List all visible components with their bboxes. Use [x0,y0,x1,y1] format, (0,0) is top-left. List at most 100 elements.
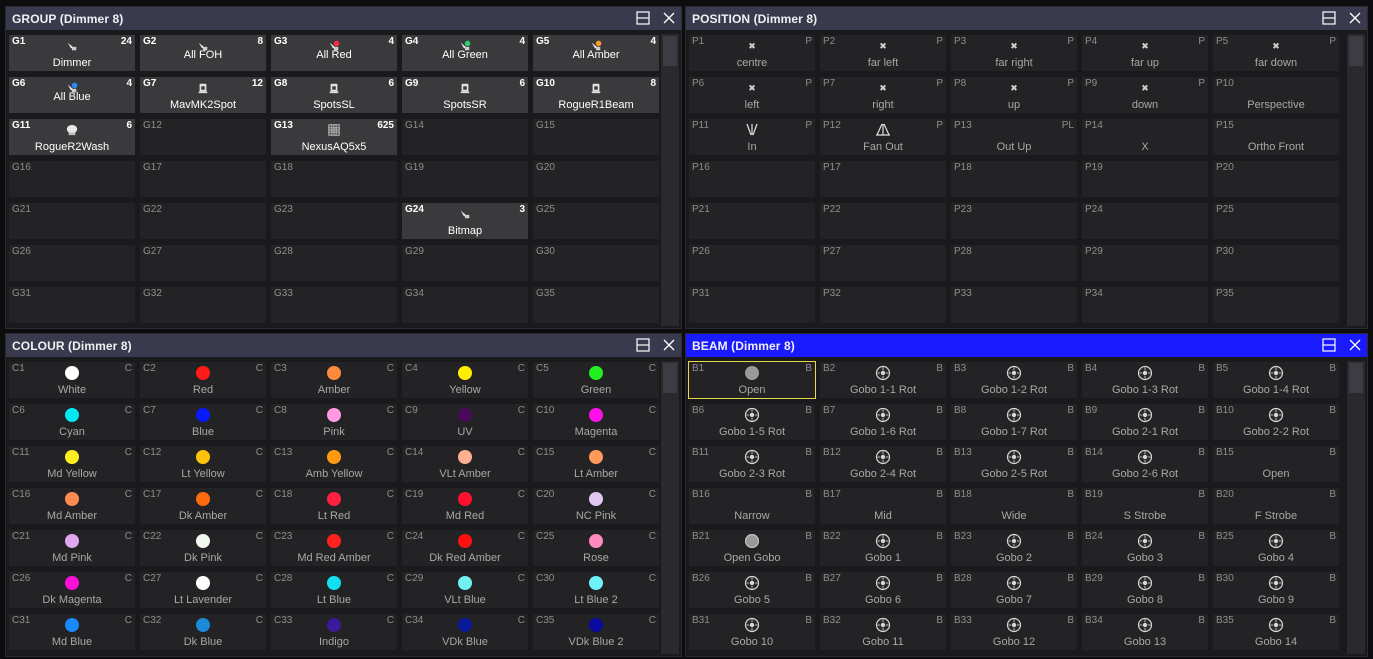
position-cell-p20[interactable]: P20 [1212,160,1340,198]
position-cell-p14[interactable]: P14 X [1081,118,1209,156]
group-cell-g18[interactable]: G18 [270,160,398,198]
group-cell-g32[interactable]: G32 [139,286,267,324]
position-cell-p29[interactable]: P29 [1081,244,1209,282]
beam-cell-b5[interactable]: B5 B Gobo 1-4 Rot [1212,361,1340,399]
group-cell-g22[interactable]: G22 [139,202,267,240]
group-cell-g6[interactable]: G6 4 All Blue [8,76,136,114]
colour-cell-c22[interactable]: C22 C Dk Pink [139,529,267,567]
beam-cell-b35[interactable]: B35 B Gobo 14 [1212,613,1340,651]
group-cell-g21[interactable]: G21 [8,202,136,240]
position-scrollbar[interactable] [1347,34,1365,326]
beam-scrollbar[interactable] [1347,361,1365,654]
colour-cell-c4[interactable]: C4 C Yellow [401,361,529,399]
position-cell-p6[interactable]: P6 P ✖ left [688,76,816,114]
colour-cell-c14[interactable]: C14 C VLt Amber [401,445,529,483]
position-cell-p7[interactable]: P7 P ✖ right [819,76,947,114]
group-cell-g29[interactable]: G29 [401,244,529,282]
position-cell-p23[interactable]: P23 [950,202,1078,240]
group-cell-g35[interactable]: G35 [532,286,660,324]
beam-cell-b21[interactable]: B21 B Open Gobo [688,529,816,567]
position-cell-p35[interactable]: P35 [1212,286,1340,324]
colour-cell-c16[interactable]: C16 C Md Amber [8,487,136,525]
group-cell-g33[interactable]: G33 [270,286,398,324]
position-cell-p2[interactable]: P2 P ✖ far left [819,34,947,72]
colour-cell-c15[interactable]: C15 C Lt Amber [532,445,660,483]
group-cell-g23[interactable]: G23 [270,202,398,240]
beam-cell-b26[interactable]: B26 B Gobo 5 [688,571,816,609]
beam-cell-b24[interactable]: B24 B Gobo 3 [1081,529,1209,567]
scrollbar-thumb[interactable] [1349,36,1363,66]
position-cell-p5[interactable]: P5 P ✖ far down [1212,34,1340,72]
maximize-icon[interactable] [635,10,651,26]
colour-cell-c11[interactable]: C11 C Md Yellow [8,445,136,483]
colour-cell-c26[interactable]: C26 C Dk Magenta [8,571,136,609]
beam-cell-b25[interactable]: B25 B Gobo 4 [1212,529,1340,567]
group-cell-g9[interactable]: G9 6 SpotsSR [401,76,529,114]
beam-cell-b32[interactable]: B32 B Gobo 11 [819,613,947,651]
beam-cell-b18[interactable]: B18 B Wide [950,487,1078,525]
beam-cell-b19[interactable]: B19 B S Strobe [1081,487,1209,525]
position-cell-p26[interactable]: P26 [688,244,816,282]
colour-cell-c35[interactable]: C35 C VDk Blue 2 [532,613,660,651]
group-cell-g30[interactable]: G30 [532,244,660,282]
scrollbar-thumb[interactable] [1349,363,1363,393]
group-cell-g2[interactable]: G2 8 All FOH [139,34,267,72]
beam-cell-b6[interactable]: B6 B Gobo 1-5 Rot [688,403,816,441]
colour-cell-c12[interactable]: C12 C Lt Yellow [139,445,267,483]
colour-cell-c8[interactable]: C8 C Pink [270,403,398,441]
colour-cell-c7[interactable]: C7 C Blue [139,403,267,441]
beam-cell-b28[interactable]: B28 B Gobo 7 [950,571,1078,609]
position-cell-p3[interactable]: P3 P ✖ far right [950,34,1078,72]
colour-cell-c32[interactable]: C32 C Dk Blue [139,613,267,651]
group-cell-g5[interactable]: G5 4 All Amber [532,34,660,72]
group-cell-g27[interactable]: G27 [139,244,267,282]
colour-cell-c34[interactable]: C34 C VDk Blue [401,613,529,651]
beam-cell-b17[interactable]: B17 B Mid [819,487,947,525]
close-icon[interactable] [661,10,677,26]
scrollbar-thumb[interactable] [663,36,677,66]
beam-cell-b2[interactable]: B2 B Gobo 1-1 Rot [819,361,947,399]
group-cell-g17[interactable]: G17 [139,160,267,198]
group-scrollbar[interactable] [661,34,679,326]
position-cell-p15[interactable]: P15 Ortho Front [1212,118,1340,156]
beam-cell-b34[interactable]: B34 B Gobo 13 [1081,613,1209,651]
colour-cell-c30[interactable]: C30 C Lt Blue 2 [532,571,660,609]
group-cell-g16[interactable]: G16 [8,160,136,198]
close-icon[interactable] [1347,10,1363,26]
colour-cell-c19[interactable]: C19 C Md Red [401,487,529,525]
position-cell-p8[interactable]: P8 P ✖ up [950,76,1078,114]
colour-cell-c27[interactable]: C27 C Lt Lavender [139,571,267,609]
position-cell-p10[interactable]: P10 Perspective [1212,76,1340,114]
position-cell-p30[interactable]: P30 [1212,244,1340,282]
colour-cell-c17[interactable]: C17 C Dk Amber [139,487,267,525]
position-cell-p21[interactable]: P21 [688,202,816,240]
beam-cell-b10[interactable]: B10 B Gobo 2-2 Rot [1212,403,1340,441]
position-cell-p22[interactable]: P22 [819,202,947,240]
beam-cell-b22[interactable]: B22 B Gobo 1 [819,529,947,567]
colour-cell-c2[interactable]: C2 C Red [139,361,267,399]
colour-scrollbar[interactable] [661,361,679,654]
position-cell-p1[interactable]: P1 P ✖ centre [688,34,816,72]
position-cell-p19[interactable]: P19 [1081,160,1209,198]
group-cell-g24[interactable]: G24 3 Bitmap [401,202,529,240]
group-cell-g11[interactable]: G11 6 RogueR2Wash [8,118,136,156]
colour-cell-c23[interactable]: C23 C Md Red Amber [270,529,398,567]
beam-cell-b15[interactable]: B15 B Open [1212,445,1340,483]
position-cell-p34[interactable]: P34 [1081,286,1209,324]
beam-cell-b11[interactable]: B11 B Gobo 2-3 Rot [688,445,816,483]
group-cell-g20[interactable]: G20 [532,160,660,198]
colour-cell-c18[interactable]: C18 C Lt Red [270,487,398,525]
beam-cell-b1[interactable]: B1 B Open [688,361,816,399]
beam-cell-b16[interactable]: B16 B Narrow [688,487,816,525]
position-cell-p17[interactable]: P17 [819,160,947,198]
colour-cell-c21[interactable]: C21 C Md Pink [8,529,136,567]
beam-cell-b7[interactable]: B7 B Gobo 1-6 Rot [819,403,947,441]
colour-cell-c28[interactable]: C28 C Lt Blue [270,571,398,609]
beam-cell-b20[interactable]: B20 B F Strobe [1212,487,1340,525]
beam-cell-b29[interactable]: B29 B Gobo 8 [1081,571,1209,609]
position-cell-p25[interactable]: P25 [1212,202,1340,240]
group-cell-g19[interactable]: G19 [401,160,529,198]
colour-cell-c9[interactable]: C9 C UV [401,403,529,441]
beam-cell-b14[interactable]: B14 B Gobo 2-6 Rot [1081,445,1209,483]
colour-cell-c25[interactable]: C25 C Rose [532,529,660,567]
